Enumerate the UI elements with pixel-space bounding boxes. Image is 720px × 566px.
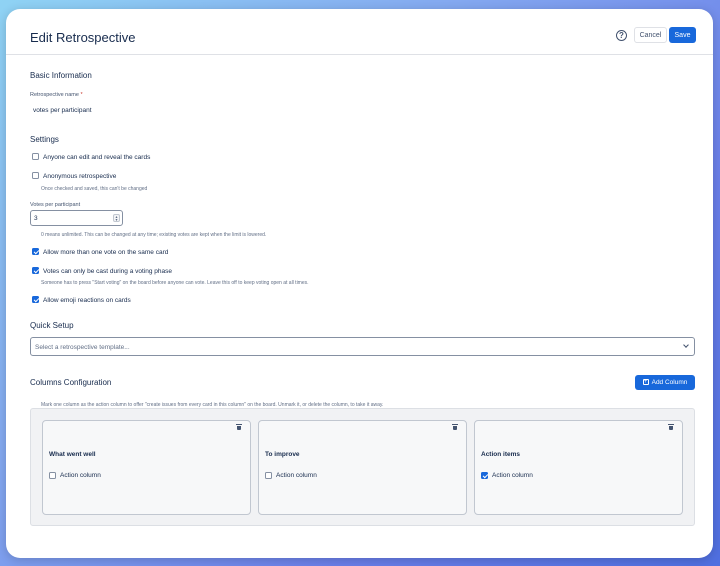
- column-title[interactable]: Action items: [481, 451, 520, 458]
- action-column-label: Action column: [60, 472, 101, 479]
- trash-icon[interactable]: [452, 424, 458, 430]
- emoji-checkbox[interactable]: [32, 296, 39, 303]
- basic-info-heading: Basic Information: [30, 71, 92, 80]
- votes-value: 3: [34, 215, 38, 222]
- dialog-title: Edit Retrospective: [30, 30, 136, 45]
- trash-icon[interactable]: [668, 424, 674, 430]
- column-card: What went well Action column: [42, 420, 251, 515]
- settings-heading: Settings: [30, 135, 59, 144]
- trash-icon[interactable]: [236, 424, 242, 430]
- add-column-button[interactable]: + Add Column: [635, 375, 695, 390]
- spinner-icon[interactable]: ▴ ▾: [113, 214, 120, 222]
- anonymous-helper: Once checked and saved, this can't be ch…: [41, 186, 148, 192]
- votes-helper: 0 means unlimited. This can be changed a…: [41, 232, 267, 238]
- emoji-label: Allow emoji reactions on cards: [43, 297, 131, 304]
- anonymous-checkbox[interactable]: [32, 172, 39, 179]
- columns-container: What went well Action column To improve …: [30, 408, 695, 526]
- action-column-label: Action column: [492, 472, 533, 479]
- action-column-checkbox[interactable]: [49, 472, 56, 479]
- save-button[interactable]: Save: [669, 27, 696, 43]
- columns-heading: Columns Configuration: [30, 378, 112, 387]
- anyone-edit-checkbox[interactable]: [32, 153, 39, 160]
- voting-phase-helper: Someone has to press "Start voting" on t…: [41, 280, 309, 286]
- votes-input[interactable]: 3 ▴ ▾: [30, 210, 123, 226]
- retro-name-input[interactable]: votes per participant: [33, 107, 92, 114]
- cancel-button[interactable]: Cancel: [634, 27, 667, 43]
- retro-name-label: Retrospective name *: [30, 92, 83, 98]
- edit-retrospective-dialog: Edit Retrospective ? Cancel Save Basic I…: [6, 9, 713, 558]
- help-icon[interactable]: ?: [616, 30, 627, 41]
- quick-setup-heading: Quick Setup: [30, 321, 74, 330]
- template-placeholder: Select a retrospective template...: [35, 344, 130, 351]
- anyone-edit-label: Anyone can edit and reveal the cards: [43, 154, 151, 161]
- add-column-label: Add Column: [651, 379, 688, 386]
- add-icon: +: [642, 379, 649, 386]
- voting-phase-checkbox[interactable]: [32, 267, 39, 274]
- multi-vote-checkbox[interactable]: [32, 248, 39, 255]
- action-column-label: Action column: [276, 472, 317, 479]
- column-card: To improve Action column: [258, 420, 467, 515]
- template-select[interactable]: Select a retrospective template...: [30, 337, 695, 356]
- action-column-checkbox[interactable]: [265, 472, 272, 479]
- multi-vote-label: Allow more than one vote on the same car…: [43, 249, 169, 256]
- column-card: Action items Action column: [474, 420, 683, 515]
- voting-phase-label: Votes can only be cast during a voting p…: [43, 268, 173, 275]
- action-column-checkbox[interactable]: [481, 472, 488, 479]
- anonymous-label: Anonymous retrospective: [43, 173, 117, 180]
- column-title[interactable]: What went well: [49, 451, 96, 458]
- column-title[interactable]: To improve: [265, 451, 300, 458]
- required-mark: *: [80, 92, 83, 98]
- votes-label: Votes per participant: [30, 202, 81, 208]
- retro-name-label-text: Retrospective name: [30, 92, 79, 98]
- dialog-header: Edit Retrospective ? Cancel Save: [6, 9, 713, 55]
- chevron-down-icon: [683, 342, 689, 348]
